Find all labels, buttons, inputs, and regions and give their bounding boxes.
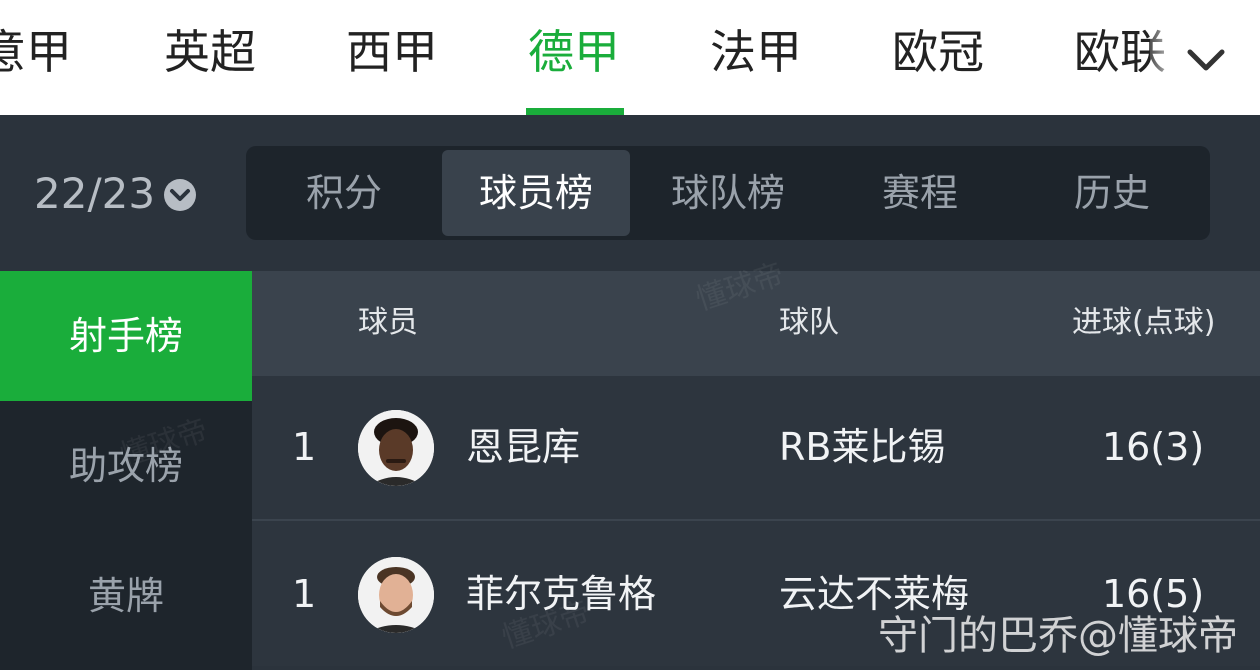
season-selector[interactable]: 22/23 xyxy=(34,166,155,222)
rank: 1 xyxy=(292,425,317,469)
tab-league-bundesliga[interactable]: 德甲 xyxy=(528,22,620,82)
rank: 1 xyxy=(292,572,317,616)
stats-subtabs: 积分 球员榜 球队榜 赛程 历史 xyxy=(246,146,1210,240)
tab-schedule[interactable]: 赛程 xyxy=(826,150,1014,236)
tab-history[interactable]: 历史 xyxy=(1018,150,1206,236)
player-photo-icon xyxy=(358,557,434,633)
tab-team-rankings[interactable]: 球队榜 xyxy=(634,150,822,236)
tab-standings[interactable]: 积分 xyxy=(250,150,438,236)
table-row[interactable]: 1 恩昆库 RB莱比锡 16(3) xyxy=(252,376,1260,521)
dropdown-circle-icon[interactable] xyxy=(163,178,197,212)
team-name[interactable]: RB莱比锡 xyxy=(779,421,945,473)
tab-league-ligue1[interactable]: 法甲 xyxy=(710,22,802,82)
tab-league-premier[interactable]: 英超 xyxy=(164,22,256,82)
category-top-scorers[interactable]: 射手榜 xyxy=(0,271,252,401)
source-credit: 守门的巴乔@懂球帝 xyxy=(878,613,1238,659)
avatar xyxy=(358,557,434,633)
player-name[interactable]: 恩昆库 xyxy=(466,421,580,473)
tab-league-ucl[interactable]: 欧冠 xyxy=(892,22,984,82)
tab-league-laliga[interactable]: 西甲 xyxy=(346,22,438,82)
tab-league-seriea[interactable]: 意甲 xyxy=(0,22,72,82)
goals-value: 16(3) xyxy=(1102,425,1205,469)
column-header-player: 球员 xyxy=(358,305,418,340)
tab-player-rankings[interactable]: 球员榜 xyxy=(442,150,630,236)
league-tab-bar: 意甲 英超 西甲 德甲 法甲 欧冠 欧联 xyxy=(0,0,1260,115)
category-yellow-cards[interactable]: 黄牌 xyxy=(0,531,252,661)
active-tab-indicator xyxy=(526,108,624,115)
column-header-goals: 进球(点球) xyxy=(1072,305,1216,340)
chevron-down-icon[interactable] xyxy=(1186,40,1226,80)
player-photo-icon xyxy=(358,410,434,486)
column-header-team: 球队 xyxy=(779,305,839,340)
avatar xyxy=(358,410,434,486)
